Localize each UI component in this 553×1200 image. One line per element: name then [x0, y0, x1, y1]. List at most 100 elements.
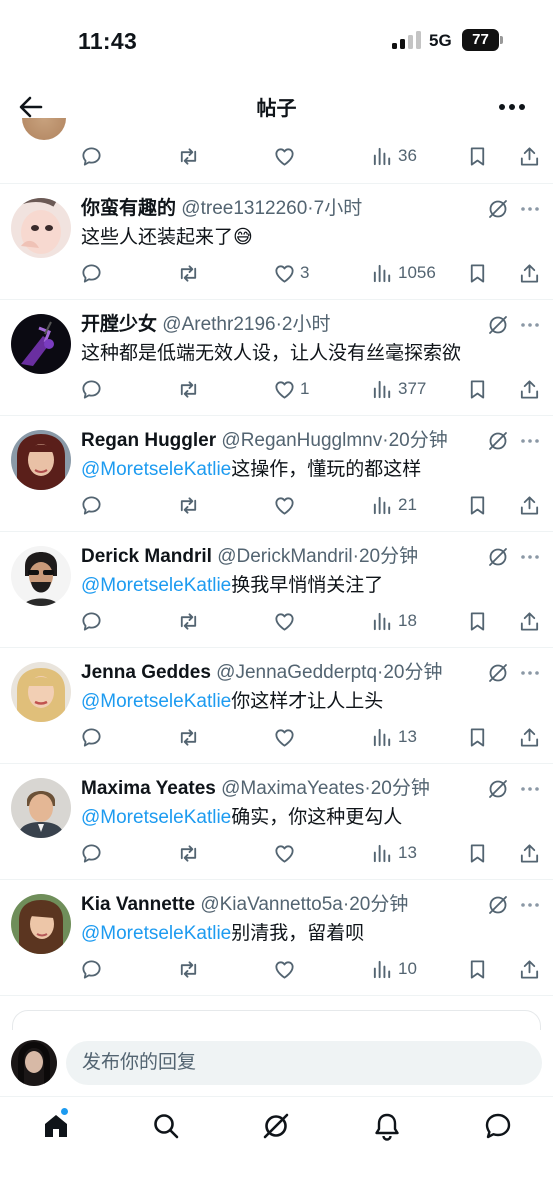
action-bar: 13 [0, 838, 553, 868]
views-button[interactable]: 377 [371, 376, 426, 402]
reply-item[interactable]: Maxima Yeates @MaximaYeates·20分钟 @Morets… [0, 764, 553, 880]
views-button[interactable]: 18 [371, 608, 417, 634]
retweet-button[interactable] [177, 260, 200, 286]
avatar[interactable] [11, 430, 71, 490]
reply-button[interactable] [80, 376, 103, 402]
reply-item[interactable]: Jenna Geddes @JennaGedderptq·20分钟 @Moret… [0, 648, 553, 764]
retweet-button[interactable] [177, 492, 200, 518]
mention-link[interactable]: @MoretseleKatlie [81, 691, 231, 712]
views-button[interactable]: 13 [371, 724, 417, 750]
like-button[interactable] [273, 956, 300, 982]
messages-icon[interactable] [483, 1111, 513, 1141]
views-button[interactable]: 13 [371, 840, 417, 866]
reply-button[interactable] [80, 956, 103, 982]
more-options-icon[interactable] [519, 778, 541, 800]
reply-item[interactable]: Kia Vannette @KiaVannetto5a·20分钟 @Morets… [0, 880, 553, 996]
more-options-icon[interactable] [497, 92, 527, 122]
retweet-button[interactable] [177, 143, 200, 169]
like-button[interactable] [273, 492, 300, 518]
like-button[interactable] [273, 840, 300, 866]
mention-link[interactable]: @MoretseleKatlie [81, 459, 231, 480]
avatar[interactable] [11, 198, 71, 258]
mention-link[interactable]: @MoretseleKatlie [81, 923, 231, 944]
grok-icon[interactable] [487, 778, 509, 800]
user-name[interactable]: Derick Mandril [81, 546, 212, 567]
share-button[interactable] [518, 143, 541, 169]
user-name[interactable]: Maxima Yeates [81, 778, 216, 799]
reply-button[interactable] [80, 492, 103, 518]
avatar[interactable] [11, 1040, 57, 1086]
views-button[interactable]: 1056 [371, 260, 436, 286]
avatar[interactable] [11, 662, 71, 722]
bookmark-button[interactable] [466, 260, 489, 286]
share-button[interactable] [518, 840, 541, 866]
more-options-icon[interactable] [519, 198, 541, 220]
bookmark-button[interactable] [466, 956, 489, 982]
more-options-icon[interactable] [519, 314, 541, 336]
more-options-icon[interactable] [519, 546, 541, 568]
bookmark-button[interactable] [466, 376, 489, 402]
reply-item[interactable]: Regan Huggler @ReganHugglmnv·20分钟 @Moret… [0, 416, 553, 532]
reply-button[interactable] [80, 840, 103, 866]
reply-item[interactable]: 你蛮有趣的 @tree1312260·7小时 这些人还装起来了😅 3 1056 [0, 184, 553, 300]
bell-icon[interactable] [372, 1111, 402, 1141]
heart-icon [273, 145, 296, 168]
reply-input[interactable] [66, 1041, 542, 1085]
bookmark-button[interactable] [466, 724, 489, 750]
search-icon[interactable] [151, 1111, 181, 1141]
share-button[interactable] [518, 376, 541, 402]
avatar[interactable] [11, 894, 71, 954]
grok-icon[interactable] [487, 662, 509, 684]
like-button[interactable]: 3 [273, 260, 309, 286]
avatar[interactable] [11, 314, 71, 374]
bookmark-button[interactable] [466, 143, 489, 169]
reply-icon [80, 145, 103, 168]
grok-icon[interactable] [261, 1111, 291, 1141]
reply-button[interactable] [80, 143, 103, 169]
mention-link[interactable]: @MoretseleKatlie [81, 575, 231, 596]
bookmark-button[interactable] [466, 840, 489, 866]
share-button[interactable] [518, 492, 541, 518]
grok-icon[interactable] [487, 314, 509, 336]
share-button[interactable] [518, 608, 541, 634]
retweet-button[interactable] [177, 376, 200, 402]
reply-button[interactable] [80, 724, 103, 750]
mention-link[interactable]: @MoretseleKatlie [81, 807, 231, 828]
retweet-button[interactable] [177, 956, 200, 982]
like-button[interactable] [273, 143, 296, 169]
retweet-button[interactable] [177, 840, 200, 866]
views-button[interactable]: 36 [371, 143, 417, 169]
reply-item[interactable]: Derick Mandril @DerickMandril·20分钟 @More… [0, 532, 553, 648]
view-count: 377 [398, 379, 427, 398]
like-button[interactable]: 1 [273, 376, 309, 402]
user-name[interactable]: 你蛮有趣的 [81, 198, 176, 219]
more-options-icon[interactable] [519, 430, 541, 452]
bookmark-button[interactable] [466, 608, 489, 634]
avatar[interactable] [11, 546, 71, 606]
grok-icon[interactable] [487, 198, 509, 220]
reply-item[interactable]: 开膛少女 @Arethr2196·2小时 这种都是低端无效人设，让人没有丝毫探索… [0, 300, 553, 416]
user-name[interactable]: Kia Vannette [81, 894, 195, 915]
retweet-button[interactable] [177, 724, 200, 750]
reply-button[interactable] [80, 608, 103, 634]
bookmark-button[interactable] [466, 492, 489, 518]
grok-icon[interactable] [487, 546, 509, 568]
views-button[interactable]: 21 [371, 492, 417, 518]
grok-icon[interactable] [487, 430, 509, 452]
share-button[interactable] [518, 724, 541, 750]
share-button[interactable] [518, 956, 541, 982]
views-button[interactable]: 10 [371, 956, 417, 982]
user-name[interactable]: Jenna Geddes [81, 662, 211, 683]
like-button[interactable] [273, 724, 300, 750]
avatar[interactable] [11, 778, 71, 838]
user-name[interactable]: 开膛少女 [81, 314, 157, 335]
grok-icon[interactable] [487, 894, 509, 916]
share-button[interactable] [518, 260, 541, 286]
reply-button[interactable] [80, 260, 103, 286]
user-name[interactable]: Regan Huggler [81, 430, 216, 451]
retweet-button[interactable] [177, 608, 200, 634]
more-options-icon[interactable] [519, 894, 541, 916]
bookmark-icon [466, 958, 489, 981]
like-button[interactable] [273, 608, 300, 634]
more-options-icon[interactable] [519, 662, 541, 684]
